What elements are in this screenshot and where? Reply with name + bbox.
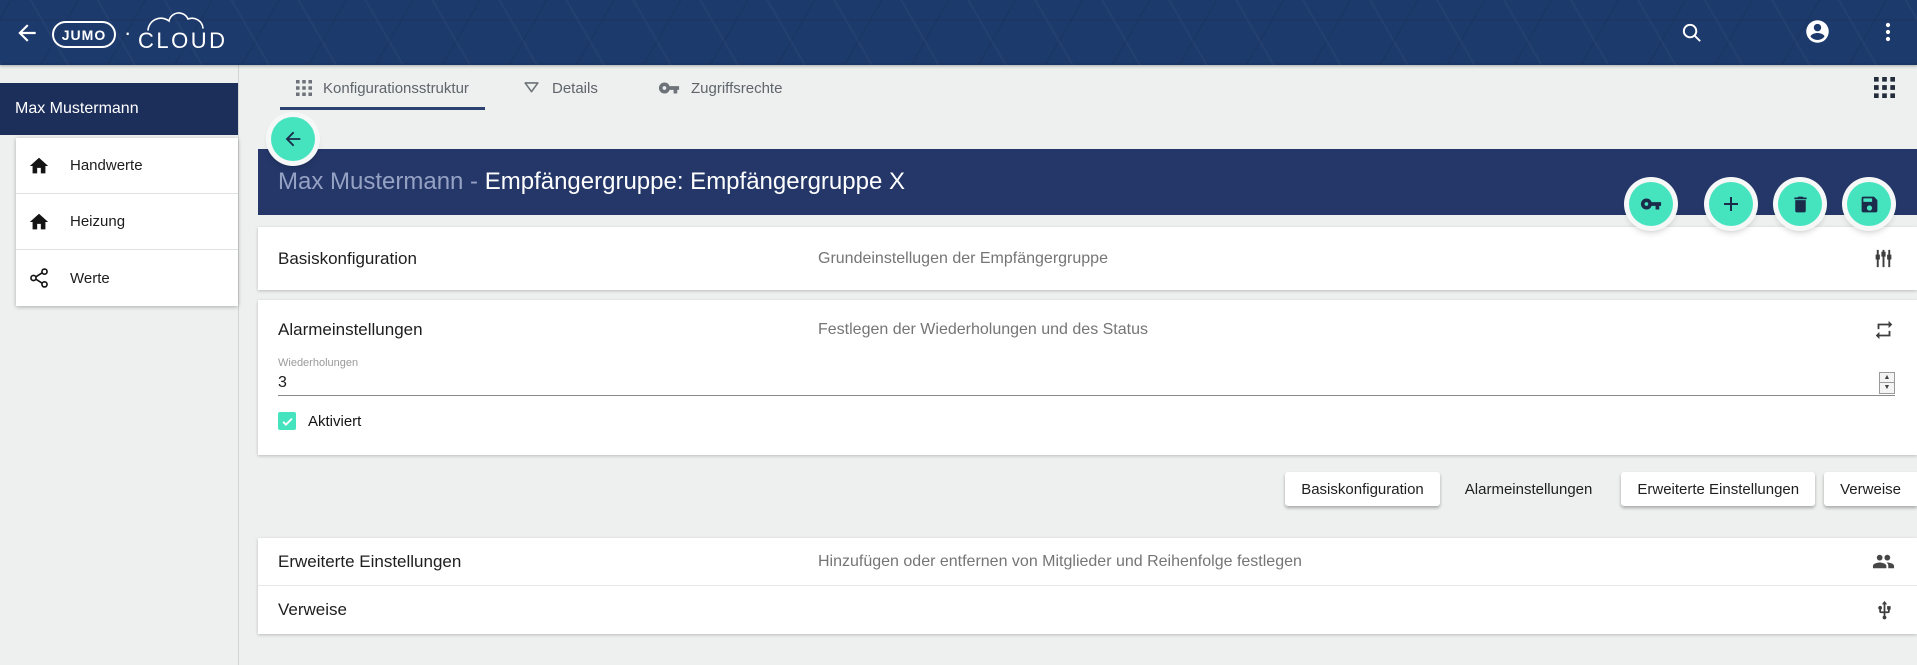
section-alarmeinstellungen: Alarmeinstellungen Festlegen der Wiederh… [258,300,1917,455]
spinner-up-icon[interactable]: ▲ [1880,373,1894,384]
cloud-logo: CLOUD [136,6,228,58]
section-description: Festlegen der Wiederholungen und des Sta… [818,321,1873,339]
people-icon [1872,550,1917,573]
repeat-input[interactable] [278,374,1879,392]
jumo-cloud-app: JUMO · CLOUD Max Mustermann [0,0,1917,665]
repeat-icon [1873,319,1917,341]
permissions-fab-button[interactable] [1629,182,1673,226]
sliders-icon [1872,247,1917,270]
top-app-bar: JUMO · CLOUD [0,0,1917,65]
cloud-logo-text: CLOUD [138,28,228,53]
aktiviert-checkbox-row[interactable]: Aktiviert [278,412,361,430]
section-basiskonfiguration: Basiskonfiguration Grundeinstellugen der… [258,227,1917,290]
basiskonfiguration-button[interactable]: Basiskonfiguration [1285,472,1440,506]
repeat-field: ▲ ▼ [278,370,1895,396]
add-fab-button[interactable] [1709,182,1753,226]
plus-icon [1719,192,1743,216]
key-icon [658,77,680,99]
brand-separator: · [124,22,131,44]
account-icon[interactable] [1804,18,1831,45]
filter-icon [522,79,541,98]
home-icon [28,211,50,233]
jumo-logo: JUMO [52,21,116,48]
section-description: Grundeinstellugen der Empfängergruppe [818,250,1872,268]
usb-icon [1874,600,1917,621]
search-icon[interactable] [1680,21,1703,44]
home-icon [28,155,50,177]
section-title: Erweiterte Einstellungen [258,552,818,572]
spinner-down-icon[interactable]: ▼ [1880,383,1894,393]
delete-fab-button[interactable] [1778,182,1822,226]
save-icon [1859,194,1880,215]
sidebar-user-name: Max Mustermann [15,100,139,118]
section-title: Alarmeinstellungen [258,320,818,340]
alarmeinstellungen-button[interactable]: Alarmeinstellungen [1449,472,1609,506]
sidebar-user-header: Max Mustermann [0,83,238,135]
jumo-logo-text: JUMO [62,27,106,43]
sidebar-item-handwerte[interactable]: Handwerte [16,138,238,194]
checkbox-label: Aktiviert [308,413,361,430]
page-title: Empfängergruppe: Empfängergruppe X [485,168,905,196]
tab-zugriffsrechte[interactable]: Zugriffsrechte [642,66,798,110]
section-nav-buttons: Basiskonfiguration Alarmeinstellungen Er… [1285,472,1917,506]
sidebar-item-label: Werte [70,270,110,287]
share-icon [28,267,50,289]
sidebar-item-werte[interactable]: Werte [16,250,238,306]
repeat-field-label: Wiederholungen [278,357,358,369]
section-title: Verweise [258,600,818,620]
grid-icon [296,80,312,96]
checkbox-checked-icon[interactable] [278,412,296,430]
arrow-left-icon [282,128,304,150]
sidebar: Max Mustermann Handwerte Heizung Werte [0,65,239,665]
number-spinner[interactable]: ▲ ▼ [1879,372,1895,394]
tab-label: Details [552,80,598,97]
page-title-prefix: Max Mustermann - [278,168,485,196]
back-fab-button[interactable] [271,117,315,161]
sidebar-menu: Handwerte Heizung Werte [16,138,238,306]
verweise-button[interactable]: Verweise [1824,472,1917,506]
more-menu-icon[interactable] [1876,20,1900,44]
back-arrow-icon[interactable] [14,20,40,46]
apps-grid-icon[interactable] [1874,77,1895,98]
tab-label: Konfigurationsstruktur [323,80,469,97]
trash-icon [1790,194,1811,215]
sidebar-item-label: Handwerte [70,157,143,174]
alarmeinstellungen-row[interactable]: Alarmeinstellungen Festlegen der Wiederh… [258,308,1917,352]
erweiterte-einstellungen-row[interactable]: Erweiterte Einstellungen Hinzufügen oder… [258,538,1917,586]
save-fab-button[interactable] [1847,182,1891,226]
tab-konfigurationsstruktur[interactable]: Konfigurationsstruktur [280,66,485,110]
verweise-row[interactable]: Verweise [258,586,1917,634]
tab-details[interactable]: Details [506,66,614,110]
sidebar-item-heizung[interactable]: Heizung [16,194,238,250]
section-description: Hinzufügen oder entfernen von Mitglieder… [818,553,1872,571]
section-title: Basiskonfiguration [258,249,818,269]
sidebar-item-label: Heizung [70,213,125,230]
erweiterte-einstellungen-button[interactable]: Erweiterte Einstellungen [1621,472,1815,506]
basiskonfiguration-row[interactable]: Basiskonfiguration Grundeinstellugen der… [258,227,1917,290]
key-icon [1640,193,1662,215]
section-erweitert-verweise: Erweiterte Einstellungen Hinzufügen oder… [258,538,1917,634]
tab-label: Zugriffsrechte [691,80,782,97]
